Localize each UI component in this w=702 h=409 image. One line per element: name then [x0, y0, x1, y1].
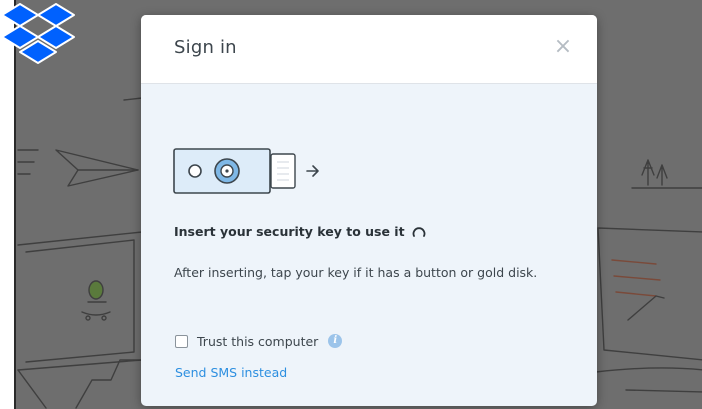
dropbox-logo-icon: [1, 3, 75, 64]
info-icon[interactable]: i: [328, 334, 343, 348]
sign-in-dialog: Sign in × Insert your security key to us…: [141, 15, 597, 406]
dialog-header: Sign in ×: [141, 15, 597, 84]
sign-in-screen: Sign in × Insert your security key to us…: [0, 0, 702, 409]
insert-key-heading-text: Insert your security key to use it: [174, 224, 405, 239]
loading-spinner-icon: [412, 227, 426, 237]
instruction-text: After inserting, tap your key if it has …: [174, 265, 538, 280]
trust-computer-label[interactable]: Trust this computer: [197, 334, 318, 349]
close-button[interactable]: ×: [551, 35, 575, 59]
security-key-icon: [173, 148, 319, 194]
trust-computer-row: Trust this computer i: [175, 332, 343, 350]
send-sms-link[interactable]: Send SMS instead: [175, 365, 287, 380]
dialog-title: Sign in: [174, 37, 237, 58]
insert-key-heading: Insert your security key to use it: [174, 224, 426, 239]
trust-computer-checkbox[interactable]: [175, 334, 188, 348]
